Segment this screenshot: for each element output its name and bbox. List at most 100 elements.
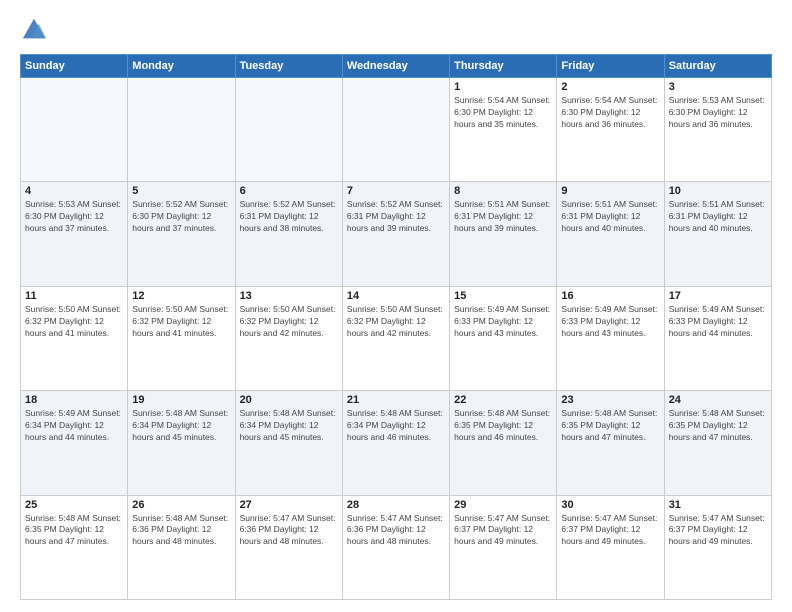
day-number: 24 <box>669 394 767 406</box>
calendar-cell: 27 Sunrise: 5:47 AM Sunset: 6:36 PM Dayli… <box>235 495 342 599</box>
calendar-cell <box>128 78 235 182</box>
day-number: 31 <box>669 499 767 511</box>
calendar-cell: 16 Sunrise: 5:49 AM Sunset: 6:33 PM Dayli… <box>557 286 664 390</box>
calendar-cell: 4 Sunrise: 5:53 AM Sunset: 6:30 PM Daylig… <box>21 182 128 286</box>
day-number: 10 <box>669 185 767 197</box>
calendar-cell: 1 Sunrise: 5:54 AM Sunset: 6:30 PM Daylig… <box>450 78 557 182</box>
day-info: Sunrise: 5:53 AM Sunset: 6:30 PM Dayligh… <box>25 199 123 235</box>
day-info: Sunrise: 5:52 AM Sunset: 6:30 PM Dayligh… <box>132 199 230 235</box>
calendar-cell: 21 Sunrise: 5:48 AM Sunset: 6:34 PM Dayli… <box>342 391 449 495</box>
calendar-cell: 15Sunrise: 5:49 AM Sunset: 6:33 PM Dayli… <box>450 286 557 390</box>
day-info: Sunrise: 5:52 AM Sunset: 6:31 PM Dayligh… <box>347 199 445 235</box>
day-info: Sunrise: 5:48 AM Sunset: 6:34 PM Dayligh… <box>347 408 445 444</box>
day-info: Sunrise: 5:52 AM Sunset: 6:31 PM Dayligh… <box>240 199 338 235</box>
day-info: Sunrise: 5:50 AM Sunset: 6:32 PM Dayligh… <box>347 304 445 340</box>
calendar-cell: 10 Sunrise: 5:51 AM Sunset: 6:31 PM Dayli… <box>664 182 771 286</box>
day-info: Sunrise: 5:48 AM Sunset: 6:35 PM Dayligh… <box>25 513 123 549</box>
day-info: Sunrise: 5:47 AM Sunset: 6:36 PM Dayligh… <box>240 513 338 549</box>
calendar-cell: 25 Sunrise: 5:48 AM Sunset: 6:35 PM Dayli… <box>21 495 128 599</box>
calendar-cell: 31 Sunrise: 5:47 AM Sunset: 6:37 PM Dayli… <box>664 495 771 599</box>
day-number: 4 <box>25 185 123 197</box>
day-number: 25 <box>25 499 123 511</box>
header <box>20 16 772 44</box>
calendar-cell: 28Sunrise: 5:47 AM Sunset: 6:36 PM Dayli… <box>342 495 449 599</box>
day-number: 16 <box>561 290 659 302</box>
day-info: Sunrise: 5:51 AM Sunset: 6:31 PM Dayligh… <box>669 199 767 235</box>
calendar-cell: 8 Sunrise: 5:51 AM Sunset: 6:31 PM Daylig… <box>450 182 557 286</box>
day-info: Sunrise: 5:48 AM Sunset: 6:35 PM Dayligh… <box>454 408 552 444</box>
logo <box>20 16 52 44</box>
calendar-cell: 23 Sunrise: 5:48 AM Sunset: 6:35 PM Dayli… <box>557 391 664 495</box>
day-number: 18 <box>25 394 123 406</box>
calendar-week-row: 11 Sunrise: 5:50 AM Sunset: 6:32 PM Dayli… <box>21 286 772 390</box>
weekday-header: Tuesday <box>235 55 342 78</box>
day-number: 19 <box>132 394 230 406</box>
day-number: 6 <box>240 185 338 197</box>
day-info: Sunrise: 5:47 AM Sunset: 6:37 PM Dayligh… <box>454 513 552 549</box>
day-info: Sunrise: 5:49 AM Sunset: 6:33 PM Dayligh… <box>454 304 552 340</box>
calendar-cell: 9 Sunrise: 5:51 AM Sunset: 6:31 PM Daylig… <box>557 182 664 286</box>
calendar-week-row: 4 Sunrise: 5:53 AM Sunset: 6:30 PM Daylig… <box>21 182 772 286</box>
day-info: Sunrise: 5:51 AM Sunset: 6:31 PM Dayligh… <box>561 199 659 235</box>
weekday-header: Friday <box>557 55 664 78</box>
calendar-cell: 11 Sunrise: 5:50 AM Sunset: 6:32 PM Dayli… <box>21 286 128 390</box>
day-info: Sunrise: 5:49 AM Sunset: 6:33 PM Dayligh… <box>561 304 659 340</box>
weekday-header: Saturday <box>664 55 771 78</box>
calendar-cell: 6 Sunrise: 5:52 AM Sunset: 6:31 PM Daylig… <box>235 182 342 286</box>
day-number: 14 <box>347 290 445 302</box>
day-info: Sunrise: 5:48 AM Sunset: 6:35 PM Dayligh… <box>561 408 659 444</box>
day-number: 20 <box>240 394 338 406</box>
calendar-cell <box>235 78 342 182</box>
calendar-week-row: 25 Sunrise: 5:48 AM Sunset: 6:35 PM Dayli… <box>21 495 772 599</box>
weekday-header: Sunday <box>21 55 128 78</box>
day-info: Sunrise: 5:47 AM Sunset: 6:37 PM Dayligh… <box>669 513 767 549</box>
day-info: Sunrise: 5:49 AM Sunset: 6:33 PM Dayligh… <box>669 304 767 340</box>
day-info: Sunrise: 5:51 AM Sunset: 6:31 PM Dayligh… <box>454 199 552 235</box>
day-number: 29 <box>454 499 552 511</box>
day-number: 30 <box>561 499 659 511</box>
calendar-cell: 5 Sunrise: 5:52 AM Sunset: 6:30 PM Daylig… <box>128 182 235 286</box>
calendar-cell: 18 Sunrise: 5:49 AM Sunset: 6:34 PM Dayli… <box>21 391 128 495</box>
day-number: 1 <box>454 81 552 93</box>
day-info: Sunrise: 5:49 AM Sunset: 6:34 PM Dayligh… <box>25 408 123 444</box>
day-info: Sunrise: 5:48 AM Sunset: 6:34 PM Dayligh… <box>240 408 338 444</box>
day-info: Sunrise: 5:54 AM Sunset: 6:30 PM Dayligh… <box>454 95 552 131</box>
day-number: 3 <box>669 81 767 93</box>
day-number: 9 <box>561 185 659 197</box>
day-info: Sunrise: 5:47 AM Sunset: 6:36 PM Dayligh… <box>347 513 445 549</box>
calendar-cell: 30 Sunrise: 5:47 AM Sunset: 6:37 PM Dayli… <box>557 495 664 599</box>
day-number: 8 <box>454 185 552 197</box>
day-number: 26 <box>132 499 230 511</box>
day-number: 23 <box>561 394 659 406</box>
calendar-cell: 7 Sunrise: 5:52 AM Sunset: 6:31 PM Daylig… <box>342 182 449 286</box>
day-info: Sunrise: 5:48 AM Sunset: 6:34 PM Dayligh… <box>132 408 230 444</box>
calendar-table: SundayMondayTuesdayWednesdayThursdayFrid… <box>20 54 772 600</box>
day-info: Sunrise: 5:50 AM Sunset: 6:32 PM Dayligh… <box>25 304 123 340</box>
page: SundayMondayTuesdayWednesdayThursdayFrid… <box>0 0 792 612</box>
calendar-cell: 12Sunrise: 5:50 AM Sunset: 6:32 PM Dayli… <box>128 286 235 390</box>
calendar-cell <box>342 78 449 182</box>
day-number: 11 <box>25 290 123 302</box>
day-number: 22 <box>454 394 552 406</box>
day-info: Sunrise: 5:50 AM Sunset: 6:32 PM Dayligh… <box>132 304 230 340</box>
calendar-cell: 24 Sunrise: 5:48 AM Sunset: 6:35 PM Dayli… <box>664 391 771 495</box>
day-number: 5 <box>132 185 230 197</box>
day-info: Sunrise: 5:53 AM Sunset: 6:30 PM Dayligh… <box>669 95 767 131</box>
calendar-week-row: 18 Sunrise: 5:49 AM Sunset: 6:34 PM Dayli… <box>21 391 772 495</box>
calendar-cell: 22 Sunrise: 5:48 AM Sunset: 6:35 PM Dayli… <box>450 391 557 495</box>
weekday-header: Thursday <box>450 55 557 78</box>
calendar-cell: 29 Sunrise: 5:47 AM Sunset: 6:37 PM Dayli… <box>450 495 557 599</box>
day-info: Sunrise: 5:48 AM Sunset: 6:36 PM Dayligh… <box>132 513 230 549</box>
day-info: Sunrise: 5:47 AM Sunset: 6:37 PM Dayligh… <box>561 513 659 549</box>
day-info: Sunrise: 5:48 AM Sunset: 6:35 PM Dayligh… <box>669 408 767 444</box>
calendar-cell: 3 Sunrise: 5:53 AM Sunset: 6:30 PM Daylig… <box>664 78 771 182</box>
calendar-cell: 2Sunrise: 5:54 AM Sunset: 6:30 PM Daylig… <box>557 78 664 182</box>
calendar-cell: 13Sunrise: 5:50 AM Sunset: 6:32 PM Dayli… <box>235 286 342 390</box>
day-info: Sunrise: 5:50 AM Sunset: 6:32 PM Dayligh… <box>240 304 338 340</box>
day-number: 21 <box>347 394 445 406</box>
day-number: 27 <box>240 499 338 511</box>
day-number: 7 <box>347 185 445 197</box>
calendar-cell: 20 Sunrise: 5:48 AM Sunset: 6:34 PM Dayli… <box>235 391 342 495</box>
day-number: 2 <box>561 81 659 93</box>
calendar-cell: 14 Sunrise: 5:50 AM Sunset: 6:32 PM Dayli… <box>342 286 449 390</box>
